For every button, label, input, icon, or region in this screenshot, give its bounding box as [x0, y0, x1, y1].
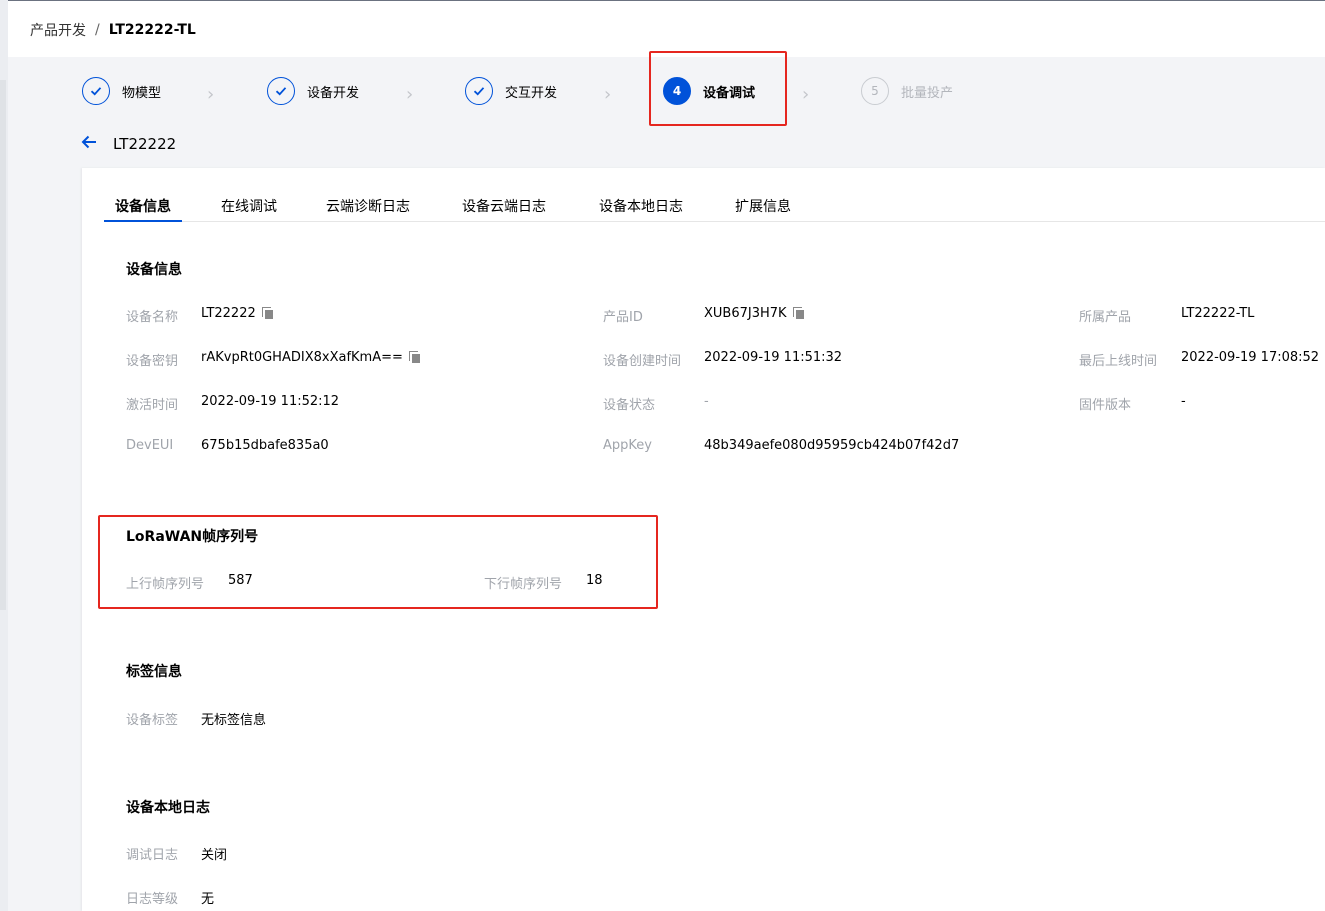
field-label: 日志等级: [126, 892, 179, 907]
tab-device-local-log[interactable]: 设备本地日志: [599, 196, 683, 222]
breadcrumb-parent[interactable]: 产品开发: [30, 20, 86, 40]
field-label: 所属产品: [1079, 310, 1132, 325]
field-value-appkey: 48b349aefe080d95959cb424b07f42d7: [704, 438, 960, 453]
breadcrumb-separator: /: [95, 22, 100, 38]
field-value-tags: 无标签信息: [201, 713, 267, 728]
check-icon: [267, 77, 295, 105]
field-value-product: LT22222-TL: [1181, 306, 1255, 321]
tab-extension-info[interactable]: 扩展信息: [735, 196, 791, 222]
step-label: 批量投产: [901, 85, 954, 101]
chevron-right-icon: ›: [802, 84, 810, 105]
step-number-badge: 5: [861, 77, 889, 105]
tab-bar: 设备信息 在线调试 云端诊断日志 设备云端日志 设备本地日志 扩展信息: [104, 196, 1325, 222]
field-value-device-key: rAKvpRt0GHADIX8xXafKmA==: [201, 350, 421, 365]
field-value: XUB67J3H7K: [704, 306, 787, 321]
step-thing-model[interactable]: 物模型: [82, 77, 161, 105]
field-label: AppKey: [603, 438, 652, 453]
field-value-log-level: 无: [201, 892, 215, 907]
step-mass-production[interactable]: 5 批量投产: [861, 77, 953, 105]
highlight-box-lorawan: [98, 515, 658, 609]
field-label: 最后上线时间: [1079, 354, 1158, 369]
field-label: 设备状态: [603, 398, 656, 413]
field-value-created-time: 2022-09-19 11:51:32: [704, 350, 843, 365]
field-value-firmware: -: [1181, 394, 1186, 409]
step-label: 物模型: [122, 85, 162, 101]
check-icon: [465, 77, 493, 105]
field-value-device-name: LT22222: [201, 306, 274, 321]
breadcrumb-current: LT22222-TL: [108, 22, 196, 38]
field-label: 调试日志: [126, 848, 179, 863]
copy-icon[interactable]: [792, 307, 805, 320]
field-label: 产品ID: [603, 310, 643, 325]
copy-icon[interactable]: [261, 307, 274, 320]
tab-device-info[interactable]: 设备信息: [104, 196, 182, 222]
step-interaction-dev[interactable]: 交互开发: [465, 77, 557, 105]
back-arrow-icon[interactable]: [80, 133, 100, 155]
tab-online-debug[interactable]: 在线调试: [221, 196, 277, 222]
left-sidebar-edge: [0, 0, 8, 911]
device-title: LT22222: [113, 135, 177, 153]
section-title-tags: 标签信息: [126, 664, 182, 680]
check-icon: [82, 77, 110, 105]
field-label: 设备创建时间: [603, 354, 682, 369]
page-header: 产品开发 / LT22222-TL: [8, 1, 1325, 57]
field-value-activated-time: 2022-09-19 11:52:12: [201, 394, 340, 409]
field-value-debug-log: 关闭: [201, 848, 228, 863]
copy-icon[interactable]: [408, 351, 421, 364]
field-value: rAKvpRt0GHADIX8xXafKmA==: [201, 350, 403, 365]
field-label: DevEUI: [126, 438, 174, 453]
tab-device-cloud-log[interactable]: 设备云端日志: [462, 196, 546, 222]
field-value-device-status: -: [704, 394, 709, 409]
field-label: 设备密钥: [126, 354, 179, 369]
chevron-right-icon: ›: [406, 84, 414, 105]
field-label: 激活时间: [126, 398, 179, 413]
chevron-right-icon: ›: [207, 84, 215, 105]
field-label: 固件版本: [1079, 398, 1132, 413]
field-value: LT22222: [201, 306, 256, 321]
step-label: 交互开发: [505, 85, 558, 101]
field-label: 设备名称: [126, 310, 179, 325]
step-device-dev[interactable]: 设备开发: [267, 77, 359, 105]
field-value-product-id: XUB67J3H7K: [704, 306, 805, 321]
breadcrumb: 产品开发 / LT22222-TL: [30, 20, 196, 40]
chevron-right-icon: ›: [604, 84, 612, 105]
field-value-last-online: 2022-09-19 17:08:52: [1181, 350, 1320, 365]
field-value-deveui: 675b15dbafe835a0: [201, 438, 329, 453]
section-title-local-log: 设备本地日志: [126, 800, 210, 816]
field-label: 设备标签: [126, 713, 179, 728]
highlight-box-step: [649, 51, 787, 126]
section-title-device-info: 设备信息: [126, 262, 182, 278]
device-title-row: LT22222: [80, 133, 176, 155]
tab-cloud-diagnostic-log[interactable]: 云端诊断日志: [326, 196, 410, 222]
step-label: 设备开发: [307, 85, 360, 101]
